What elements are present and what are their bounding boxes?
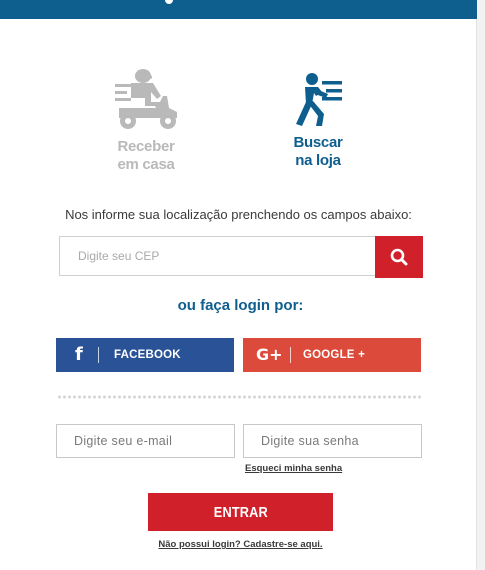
top-header-bar bbox=[0, 0, 477, 19]
password-field[interactable] bbox=[243, 424, 422, 458]
social-login-title: ou faça login por: bbox=[177, 297, 304, 314]
delivery-option-home[interactable]: Receber em casa bbox=[100, 66, 192, 174]
facebook-icon: f bbox=[75, 344, 83, 365]
cep-search-group bbox=[59, 236, 423, 278]
delivery-home-label-line2: em casa bbox=[117, 156, 175, 173]
cep-search-button[interactable] bbox=[375, 236, 423, 278]
header-notch bbox=[165, 0, 173, 4]
delivery-home-label-line1: Receber bbox=[117, 138, 175, 155]
login-submit-button[interactable]: ENTRAR bbox=[148, 493, 333, 531]
delivery-option-store[interactable]: Buscar na loja bbox=[276, 70, 360, 170]
scooter-delivery-icon bbox=[115, 69, 177, 129]
dotted-divider bbox=[57, 395, 421, 399]
button-divider bbox=[98, 347, 99, 363]
facebook-login-label: FACEBOOK bbox=[114, 349, 181, 361]
delivery-store-label-line2: na loja bbox=[295, 152, 341, 169]
forgot-password-link[interactable]: Esqueci minha senha bbox=[245, 463, 342, 474]
google-login-label: GOOGLE + bbox=[303, 349, 365, 361]
search-icon bbox=[390, 248, 408, 266]
facebook-login-button[interactable]: f FACEBOOK bbox=[56, 338, 234, 372]
delivery-store-label-line1: Buscar bbox=[293, 134, 343, 151]
button-divider bbox=[290, 347, 291, 363]
google-login-button[interactable]: G+ GOOGLE + bbox=[243, 338, 421, 372]
google-plus-icon: G+ bbox=[256, 345, 283, 364]
location-instructions: Nos informe sua localização prenchendo o… bbox=[65, 207, 412, 222]
page-background-strip bbox=[477, 0, 485, 570]
email-field[interactable] bbox=[56, 424, 235, 458]
login-submit-label: ENTRAR bbox=[213, 503, 268, 521]
cep-input[interactable] bbox=[59, 236, 375, 276]
signup-link[interactable]: Não possui login? Cadastre-se aqui. bbox=[0, 539, 481, 550]
pickup-runner-icon bbox=[296, 73, 342, 126]
